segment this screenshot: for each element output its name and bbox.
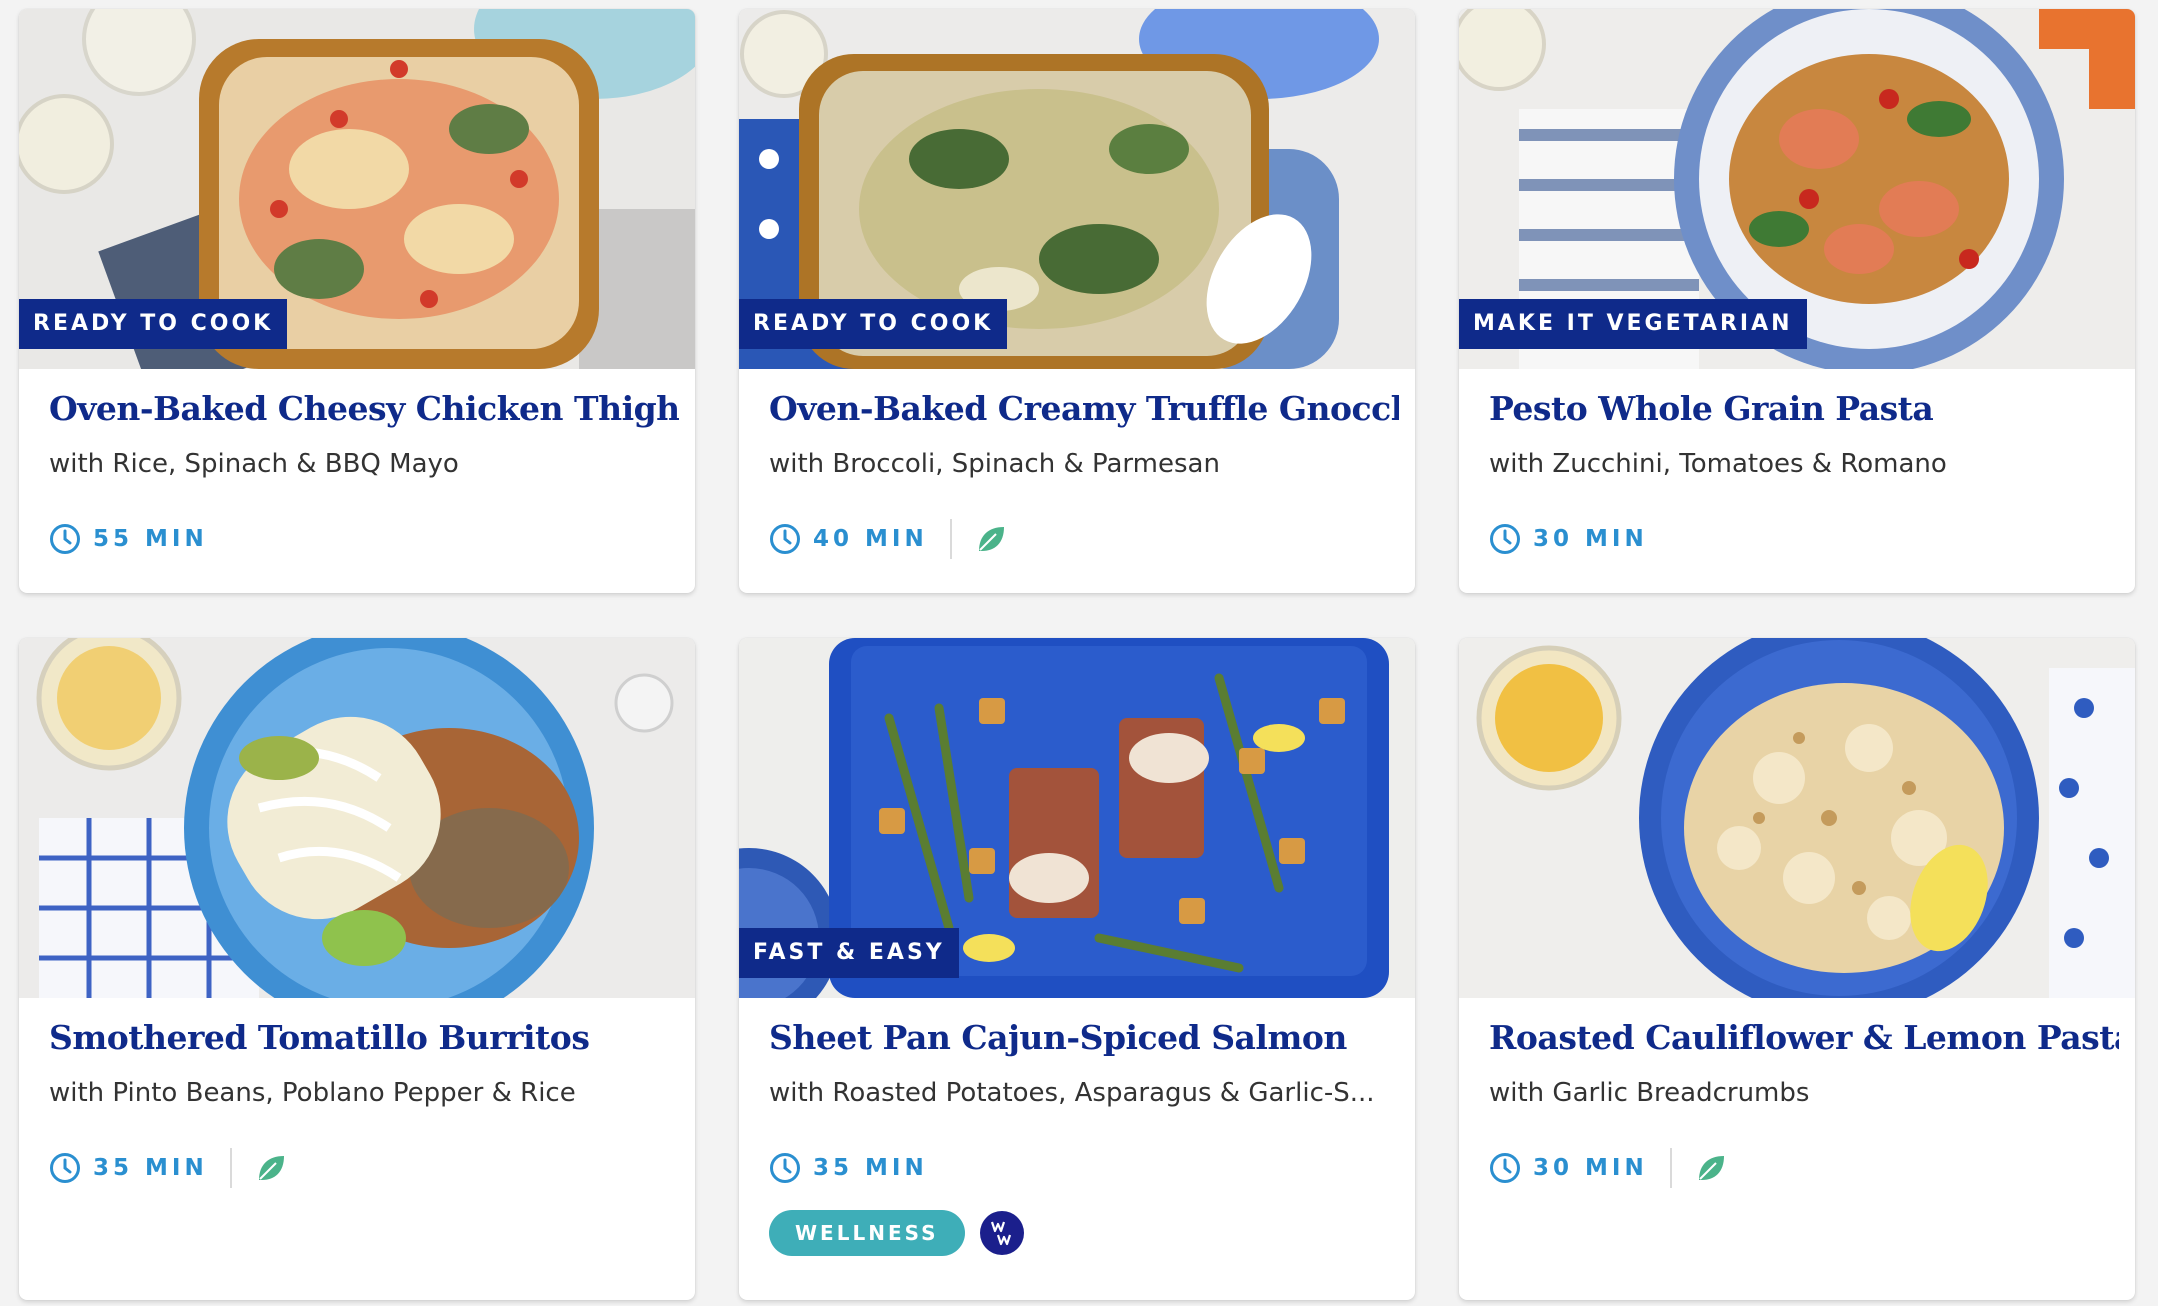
recipe-subtitle: with Pinto Beans, Poblano Pepper & Rice — [49, 1078, 576, 1108]
recipe-subtitle: with Broccoli, Spinach & Parmesan — [769, 449, 1220, 479]
cook-time: 55 MIN — [93, 526, 208, 552]
recipe-card[interactable]: Smothered Tomatillo Burritos with Pinto … — [19, 638, 695, 1300]
recipe-meta: 40 MIN — [769, 519, 1008, 559]
recipe-card[interactable]: FAST & EASY Sheet Pan Cajun-Spiced Salmo… — [739, 638, 1415, 1300]
ww-logo-icon — [979, 1211, 1024, 1255]
recipe-title[interactable]: Pesto Whole Grain Pasta — [1489, 389, 2119, 428]
recipe-meta: 55 MIN — [49, 519, 208, 559]
recipe-card[interactable]: Roasted Cauliflower & Lemon Pasta with G… — [1459, 638, 2135, 1300]
clock-icon — [770, 1153, 800, 1183]
recipe-title[interactable]: Smothered Tomatillo Burritos — [49, 1018, 679, 1057]
recipe-meta: 35 MIN — [49, 1148, 288, 1188]
clock-icon — [1490, 1153, 1520, 1183]
recipe-meta: 30 MIN — [1489, 1148, 1728, 1188]
recipe-tag: READY TO COOK — [19, 299, 288, 349]
recipe-subtitle: with Garlic Breadcrumbs — [1489, 1078, 1810, 1108]
recipe-title[interactable]: Roasted Cauliflower & Lemon Pasta — [1489, 1018, 2119, 1057]
clock-icon — [1490, 524, 1520, 554]
recipe-photo[interactable] — [1459, 638, 2135, 998]
leaf-icon — [1698, 1156, 1724, 1180]
recipe-title[interactable]: Sheet Pan Cajun-Spiced Salmon — [769, 1018, 1399, 1057]
recipe-title[interactable]: Oven-Baked Cheesy Chicken Thighs — [49, 389, 679, 428]
recipe-tag: FAST & EASY — [739, 928, 959, 978]
meta-divider — [949, 519, 952, 559]
recipe-card[interactable]: MAKE IT VEGETARIAN Pesto Whole Grain Pas… — [1459, 9, 2135, 593]
clock-icon — [50, 524, 80, 554]
recipe-card[interactable]: READY TO COOK Oven-Baked Creamy Truffle … — [739, 9, 1415, 593]
recipe-subtitle: with Rice, Spinach & BBQ Mayo — [49, 449, 459, 479]
clock-icon — [50, 1153, 80, 1183]
recipe-subtitle: with Zucchini, Tomatoes & Romano — [1489, 449, 1947, 479]
clock-icon — [770, 524, 800, 554]
recipe-title[interactable]: Oven-Baked Creamy Truffle Gnocchi — [769, 389, 1399, 428]
leaf-icon — [978, 527, 1004, 551]
recipe-card[interactable]: READY TO COOK Oven-Baked Cheesy Chicken … — [19, 9, 695, 593]
cook-time: 40 MIN — [813, 526, 928, 552]
leaf-icon — [258, 1156, 284, 1180]
meta-divider — [229, 1148, 232, 1188]
recipe-grid: READY TO COOK Oven-Baked Cheesy Chicken … — [0, 0, 2158, 1306]
cook-time: 35 MIN — [813, 1155, 928, 1181]
recipe-subtitle: with Roasted Potatoes, Asparagus & Garli… — [769, 1078, 1375, 1108]
recipe-meta: 30 MIN — [1489, 519, 1648, 559]
recipe-tag: MAKE IT VEGETARIAN — [1459, 299, 1807, 349]
recipe-photo[interactable] — [19, 638, 695, 998]
cook-time: 35 MIN — [93, 1155, 208, 1181]
cook-time: 30 MIN — [1533, 1155, 1648, 1181]
recipe-tag: READY TO COOK — [739, 299, 1008, 349]
cook-time: 30 MIN — [1533, 526, 1648, 552]
meta-divider — [1669, 1148, 1672, 1188]
recipe-meta: 35 MIN — [769, 1148, 928, 1188]
wellness-badge: WELLNESS — [769, 1210, 965, 1256]
recipe-badges: WELLNESS — [769, 1210, 1025, 1256]
